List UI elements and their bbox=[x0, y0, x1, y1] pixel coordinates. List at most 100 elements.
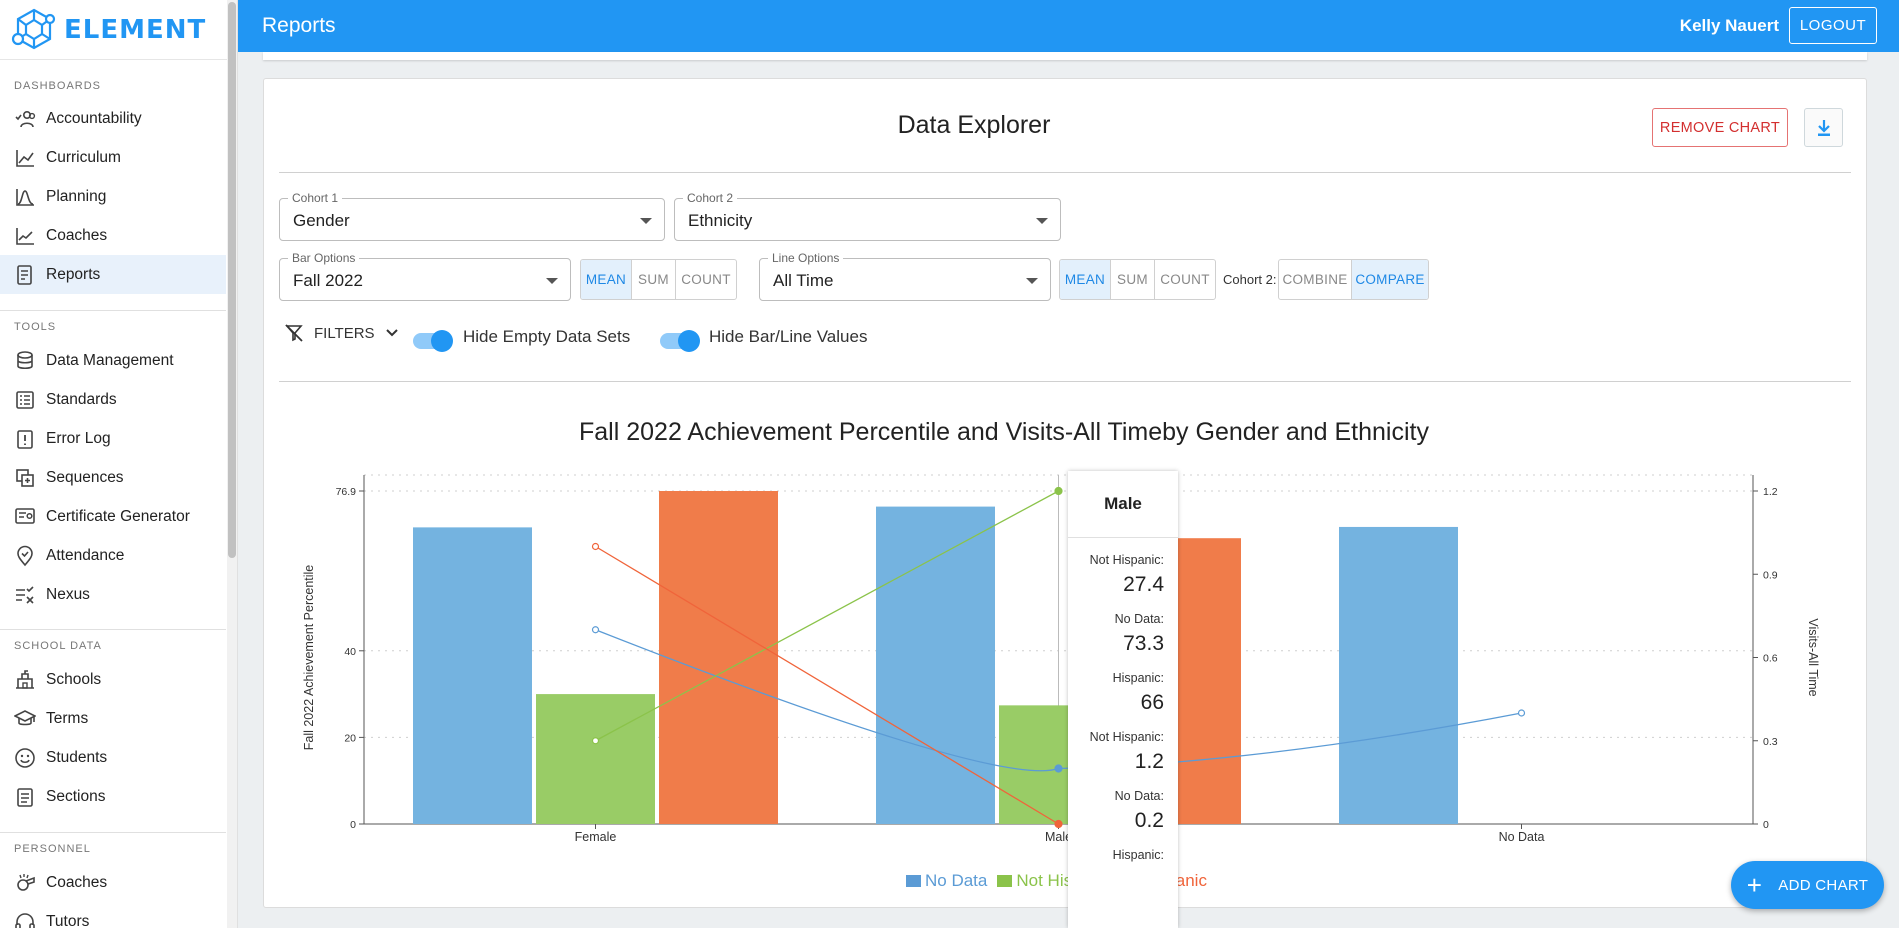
data-explorer-card: Data Explorer REMOVE CHART Cohort 1 Gend… bbox=[263, 78, 1867, 908]
y2-tick-label: 0 bbox=[1763, 819, 1769, 831]
sidebar-item-label: Coaches bbox=[46, 226, 108, 244]
line-point bbox=[591, 626, 600, 634]
sidebar-item-standards[interactable]: Standards bbox=[0, 380, 226, 419]
x-tick-label: Female bbox=[575, 830, 617, 844]
y-tick-label: 20 bbox=[344, 732, 356, 744]
sidebar-item-label: Error Log bbox=[46, 429, 111, 447]
legend-item[interactable]: No Data bbox=[906, 871, 987, 891]
sidebar-item-terms[interactable]: Terms bbox=[0, 699, 226, 738]
y2-tick-label: 0.9 bbox=[1763, 569, 1778, 581]
tooltip-rows: Not Hispanic: 27.4 No Data: 73.3 Hispanic: 66… bbox=[1068, 553, 1178, 862]
y-axis-label: Fall 2022 Achievement Percentile bbox=[302, 565, 316, 751]
logout-button[interactable]: LOGOUT bbox=[1789, 7, 1877, 44]
bar-not-hispanic bbox=[536, 694, 655, 824]
tooltip-value: 1.2 bbox=[1134, 750, 1164, 773]
y-tick-label: 0 bbox=[350, 819, 356, 831]
line-chart-icon bbox=[16, 149, 34, 167]
sidebar-item-planning[interactable]: Planning bbox=[0, 177, 226, 216]
sidebar-divider bbox=[0, 832, 226, 833]
sidebar: ELEMENT DASHBOARDS Accountability Curricul… bbox=[0, 0, 238, 928]
sequence-icon bbox=[16, 468, 34, 487]
sidebar-item-nexus[interactable]: Nexus bbox=[0, 575, 226, 614]
whistle-icon bbox=[17, 873, 35, 891]
line-point bbox=[1054, 819, 1063, 829]
list-icon bbox=[16, 390, 34, 409]
sidebar-item-label: Curriculum bbox=[46, 148, 121, 166]
tooltip-key: Hispanic: bbox=[1112, 848, 1164, 862]
sidebar-item-label: Attendance bbox=[46, 546, 125, 564]
tooltip-value: 0.2 bbox=[1134, 809, 1164, 832]
app-logo[interactable]: ELEMENT bbox=[0, 0, 237, 60]
user-name: Kelly Nauert bbox=[1679, 16, 1779, 35]
sidebar-item-label: Nexus bbox=[46, 585, 90, 603]
clipboard-alert-icon bbox=[17, 429, 33, 449]
bar-no-data bbox=[1339, 526, 1458, 824]
y-tick-label: 76.9 bbox=[336, 486, 357, 498]
line-point bbox=[1054, 764, 1063, 773]
sidebar-item-data-management[interactable]: Data Management bbox=[0, 341, 226, 380]
trend-chart-icon bbox=[16, 227, 34, 245]
report-icon bbox=[17, 264, 32, 285]
logo-text: ELEMENT bbox=[64, 14, 207, 45]
smiley-icon bbox=[15, 747, 35, 768]
list-check-icon bbox=[16, 585, 34, 604]
sidebar-item-label: Tutors bbox=[46, 912, 90, 928]
sidebar-item-label: Reports bbox=[46, 265, 101, 283]
tooltip-value: 66 bbox=[1140, 691, 1164, 714]
sidebar-item-schools[interactable]: Schools bbox=[0, 660, 226, 699]
chart-tooltip: Male Not Hispanic: 27.4 No Data: 73.3 Hispan… bbox=[1068, 471, 1178, 928]
bar-hispanic bbox=[659, 491, 778, 824]
line-point bbox=[1517, 709, 1526, 717]
database-icon bbox=[17, 350, 33, 369]
sidebar-item-coaches[interactable]: Coaches bbox=[0, 863, 226, 902]
line-point bbox=[591, 737, 600, 745]
sidebar-item-label: Accountability bbox=[46, 109, 142, 127]
sidebar-item-error-log[interactable]: Error Log bbox=[0, 419, 226, 458]
sidebar-item-tutors[interactable]: Tutors bbox=[0, 902, 226, 928]
add-chart-button[interactable]: + ADD CHART bbox=[1731, 861, 1884, 909]
legend-label: No Data bbox=[925, 871, 988, 890]
bell-curve-icon bbox=[16, 188, 34, 206]
people-check-icon bbox=[15, 110, 36, 127]
legend-swatch bbox=[997, 875, 1013, 887]
sidebar-scrollbar-thumb[interactable] bbox=[228, 2, 236, 558]
tooltip-value: 73.3 bbox=[1123, 632, 1164, 655]
tooltip-key: Not Hispanic: bbox=[1089, 730, 1164, 744]
tooltip-key: No Data: bbox=[1114, 612, 1164, 626]
sidebar-item-accountability[interactable]: Accountability bbox=[0, 99, 226, 138]
x-tick-label: No Data bbox=[1499, 830, 1545, 844]
clipboard-list-icon bbox=[17, 787, 33, 807]
sidebar-item-label: Sections bbox=[46, 787, 106, 805]
sidebar-item-students[interactable]: Students bbox=[0, 738, 226, 777]
tooltip-title: Male bbox=[1068, 471, 1178, 538]
sidebar-divider bbox=[0, 310, 226, 311]
line-point bbox=[591, 542, 600, 551]
line-point bbox=[1054, 486, 1063, 496]
sidebar-item-certificate-generator[interactable]: Certificate Generator bbox=[0, 497, 226, 536]
element-logo-icon bbox=[11, 8, 56, 49]
sidebar-scrollbar[interactable] bbox=[227, 0, 237, 928]
app-header: Reports Kelly Nauert LOGOUT bbox=[238, 0, 1899, 52]
y2-axis-label: Visits-All Time bbox=[1806, 618, 1820, 696]
sidebar-item-label: Planning bbox=[46, 187, 107, 205]
graduation-cap-icon bbox=[14, 709, 36, 725]
sidebar-item-reports[interactable]: Reports bbox=[0, 255, 226, 294]
bar-no-data bbox=[876, 506, 995, 824]
sidebar-item-label: Standards bbox=[46, 390, 117, 408]
sidebar-item-label: Certificate Generator bbox=[46, 507, 190, 525]
sidebar-item-coaches[interactable]: Coaches bbox=[0, 216, 226, 255]
sidebar-item-sequences[interactable]: Sequences bbox=[0, 458, 226, 497]
sidebar-item-curriculum[interactable]: Curriculum bbox=[0, 138, 226, 177]
school-icon bbox=[16, 669, 34, 689]
sidebar-item-attendance[interactable]: Attendance bbox=[0, 536, 226, 575]
sidebar-divider bbox=[0, 629, 226, 630]
sidebar-item-label: Sequences bbox=[46, 468, 124, 486]
sidebar-item-sections[interactable]: Sections bbox=[0, 777, 226, 816]
chart-canvas: 0 20 40 76.9 0 0.3 0.6 0.9 1.2 Fall 2022 Achievem… bbox=[302, 474, 1820, 844]
tooltip-key: Hispanic: bbox=[1112, 671, 1164, 685]
tooltip-key: Not Hispanic: bbox=[1089, 553, 1164, 567]
tooltip-key: No Data: bbox=[1114, 789, 1164, 803]
certificate-icon bbox=[15, 507, 35, 524]
y2-tick-label: 0.3 bbox=[1763, 736, 1778, 748]
sidebar-section-label: PERSONNEL bbox=[14, 843, 91, 855]
